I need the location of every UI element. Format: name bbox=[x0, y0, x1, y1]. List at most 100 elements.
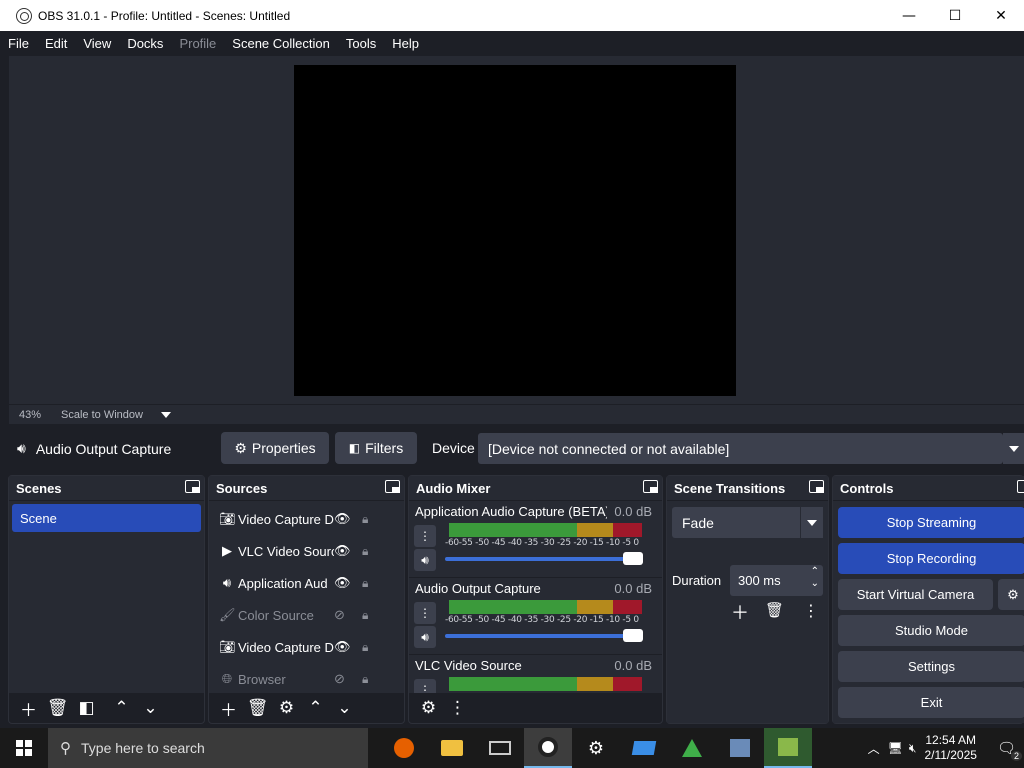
move-down-button[interactable]: ⌄ bbox=[136, 698, 165, 718]
source-properties-button[interactable]: ⚙ bbox=[272, 698, 301, 718]
slider-knob[interactable] bbox=[623, 629, 643, 642]
volume-slider[interactable] bbox=[445, 552, 643, 565]
source-item[interactable]: ▶ VLC Video Sourc 👁︎ 🔒︎ bbox=[209, 535, 404, 567]
source-item[interactable]: 🔊︎ Application Aud 👁︎ 🔒︎ bbox=[209, 567, 404, 599]
source-item[interactable]: 🖌︎ Color Source ⊘ 🔒︎ bbox=[209, 599, 404, 631]
chevron-down-icon[interactable] bbox=[160, 411, 171, 418]
more-options-icon[interactable]: ⋮ bbox=[414, 525, 436, 547]
visibility-icon[interactable]: 👁︎ bbox=[334, 543, 351, 559]
app-icon[interactable] bbox=[716, 728, 764, 768]
source-item[interactable]: 🌐︎ Browser ⊘ 🔒︎ bbox=[209, 663, 404, 695]
menu-profile[interactable]: Profile bbox=[171, 36, 224, 51]
windows-start-icon[interactable] bbox=[0, 728, 48, 768]
preview-area[interactable] bbox=[9, 56, 1024, 404]
remove-transition-button[interactable]: 🗑︎ bbox=[765, 601, 784, 619]
notification-icon[interactable]: 🗨︎ 2 bbox=[997, 739, 1022, 761]
app-icon[interactable] bbox=[764, 728, 812, 768]
lock-icon[interactable]: 🔒︎ bbox=[362, 608, 368, 623]
studio-mode-button[interactable]: Studio Mode bbox=[838, 615, 1024, 646]
visibility-icon[interactable]: 👁︎ bbox=[334, 639, 351, 655]
spin-down-icon[interactable]: ⌄ bbox=[811, 578, 819, 589]
maximize-button[interactable]: ☐ bbox=[932, 0, 978, 31]
menu-tools[interactable]: Tools bbox=[338, 36, 384, 51]
hidden-icon[interactable]: ⊘ bbox=[334, 671, 345, 687]
visibility-icon[interactable]: 👁︎ bbox=[334, 511, 351, 527]
context-source-name: Audio Output Capture bbox=[35, 440, 172, 457]
undock-icon[interactable] bbox=[643, 480, 658, 493]
slider-knob[interactable] bbox=[623, 552, 643, 565]
close-button[interactable]: ✕ bbox=[978, 0, 1024, 31]
mixer-menu-icon[interactable]: ⋮ bbox=[443, 698, 472, 718]
lock-icon[interactable]: 🔒︎ bbox=[362, 512, 368, 527]
minimize-button[interactable]: — bbox=[886, 0, 932, 31]
volume-slider[interactable] bbox=[445, 629, 643, 642]
menu-view[interactable]: View bbox=[75, 36, 119, 51]
properties-button[interactable]: ⚙ Properties bbox=[221, 432, 329, 464]
source-item[interactable]: 📷︎ Video Capture D 👁︎ 🔒︎ bbox=[209, 503, 404, 535]
undock-icon[interactable] bbox=[1017, 480, 1024, 493]
add-scene-button[interactable]: ＋ bbox=[14, 696, 43, 721]
virtual-camera-gear-icon[interactable]: ⚙ bbox=[998, 579, 1024, 610]
scene-filters-button[interactable]: ◧ bbox=[72, 698, 101, 718]
taskbar-search[interactable]: ⚲ Type here to search bbox=[48, 728, 368, 768]
visibility-icon[interactable]: 👁︎ bbox=[334, 575, 351, 591]
meter-scale: -60-55 -50 -45 -40 -35 -30 -25 -20 -15 -… bbox=[445, 615, 639, 625]
undock-icon[interactable] bbox=[185, 480, 200, 493]
duration-field[interactable]: 300 ms ⌃ ⌄ bbox=[730, 565, 823, 596]
firefox-icon[interactable] bbox=[380, 728, 428, 768]
remove-source-button[interactable]: 🗑︎ bbox=[243, 698, 272, 718]
more-options-icon[interactable]: ⋮ bbox=[414, 602, 436, 624]
transition-dropdown[interactable] bbox=[800, 507, 823, 538]
obs-taskbar-icon[interactable] bbox=[524, 728, 572, 768]
network-icon[interactable]: 🖥︎ bbox=[888, 741, 903, 755]
clock[interactable]: 12:54 AM 2/11/2025 bbox=[924, 733, 977, 763]
advanced-audio-gear-icon[interactable]: ⚙ bbox=[414, 698, 443, 718]
device-dropdown[interactable] bbox=[1003, 433, 1024, 464]
remove-scene-button[interactable]: 🗑︎ bbox=[43, 698, 72, 718]
source-item[interactable]: 📷︎ Video Capture D 👁︎ 🔒︎ bbox=[209, 631, 404, 663]
lock-icon[interactable]: 🔒︎ bbox=[362, 672, 368, 687]
spin-up-icon[interactable]: ⌃ bbox=[811, 566, 819, 577]
chevron-up-icon[interactable]: ︿ bbox=[868, 740, 880, 757]
mute-speaker-icon[interactable]: 🔊︎ bbox=[414, 626, 436, 648]
mute-speaker-icon[interactable]: 🔊︎ bbox=[414, 549, 436, 571]
file-explorer-icon[interactable] bbox=[428, 728, 476, 768]
preview-canvas[interactable] bbox=[294, 65, 736, 396]
app-icon[interactable] bbox=[476, 728, 524, 768]
start-virtual-camera-button[interactable]: Start Virtual Camera bbox=[838, 579, 993, 610]
undock-icon[interactable] bbox=[809, 480, 824, 493]
menu-help[interactable]: Help bbox=[384, 36, 427, 51]
globe-icon: 🌐︎ bbox=[221, 671, 233, 686]
channel-name: Application Audio Capture (BETA) bbox=[415, 504, 607, 519]
more-options-icon[interactable]: ⋮ bbox=[414, 679, 436, 693]
stop-recording-button[interactable]: Stop Recording bbox=[838, 543, 1024, 574]
source-name: VLC Video Sourc bbox=[238, 543, 334, 559]
app-icon[interactable] bbox=[620, 728, 668, 768]
system-tray: ︿ 🖥︎ 🔇︎ 12:54 AM 2/11/2025 🗨︎ 2 bbox=[868, 733, 1024, 763]
undock-icon[interactable] bbox=[385, 480, 400, 493]
scene-item[interactable]: Scene bbox=[12, 504, 201, 532]
add-source-button[interactable]: ＋ bbox=[214, 696, 243, 721]
add-transition-button[interactable]: ＋ bbox=[731, 599, 749, 625]
menu-docks[interactable]: Docks bbox=[119, 36, 171, 51]
menu-edit[interactable]: Edit bbox=[37, 36, 75, 51]
volume-muted-icon[interactable]: 🔇︎ bbox=[909, 741, 917, 756]
lock-icon[interactable]: 🔒︎ bbox=[362, 640, 368, 655]
move-up-button[interactable]: ⌃ bbox=[301, 698, 330, 718]
move-up-button[interactable]: ⌃ bbox=[107, 698, 136, 718]
lock-icon[interactable]: 🔒︎ bbox=[362, 544, 368, 559]
menu-file[interactable]: File bbox=[0, 36, 37, 51]
exit-button[interactable]: Exit bbox=[838, 687, 1024, 718]
settings-gear-icon[interactable]: ⚙ bbox=[572, 728, 620, 768]
menu-scene-collection[interactable]: Scene Collection bbox=[224, 36, 338, 51]
stop-streaming-button[interactable]: Stop Streaming bbox=[838, 507, 1024, 538]
transition-menu-icon[interactable]: ⋮ bbox=[803, 601, 819, 620]
move-down-button[interactable]: ⌄ bbox=[330, 698, 359, 718]
scale-mode[interactable]: Scale to Window bbox=[61, 409, 143, 421]
device-select[interactable]: [Device not connected or not available] bbox=[478, 433, 1003, 464]
filters-button[interactable]: ◧ Filters bbox=[335, 432, 417, 464]
hidden-icon[interactable]: ⊘ bbox=[334, 607, 345, 623]
settings-button[interactable]: Settings bbox=[838, 651, 1024, 682]
color-app-icon[interactable] bbox=[668, 728, 716, 768]
lock-icon[interactable]: 🔒︎ bbox=[362, 576, 368, 591]
